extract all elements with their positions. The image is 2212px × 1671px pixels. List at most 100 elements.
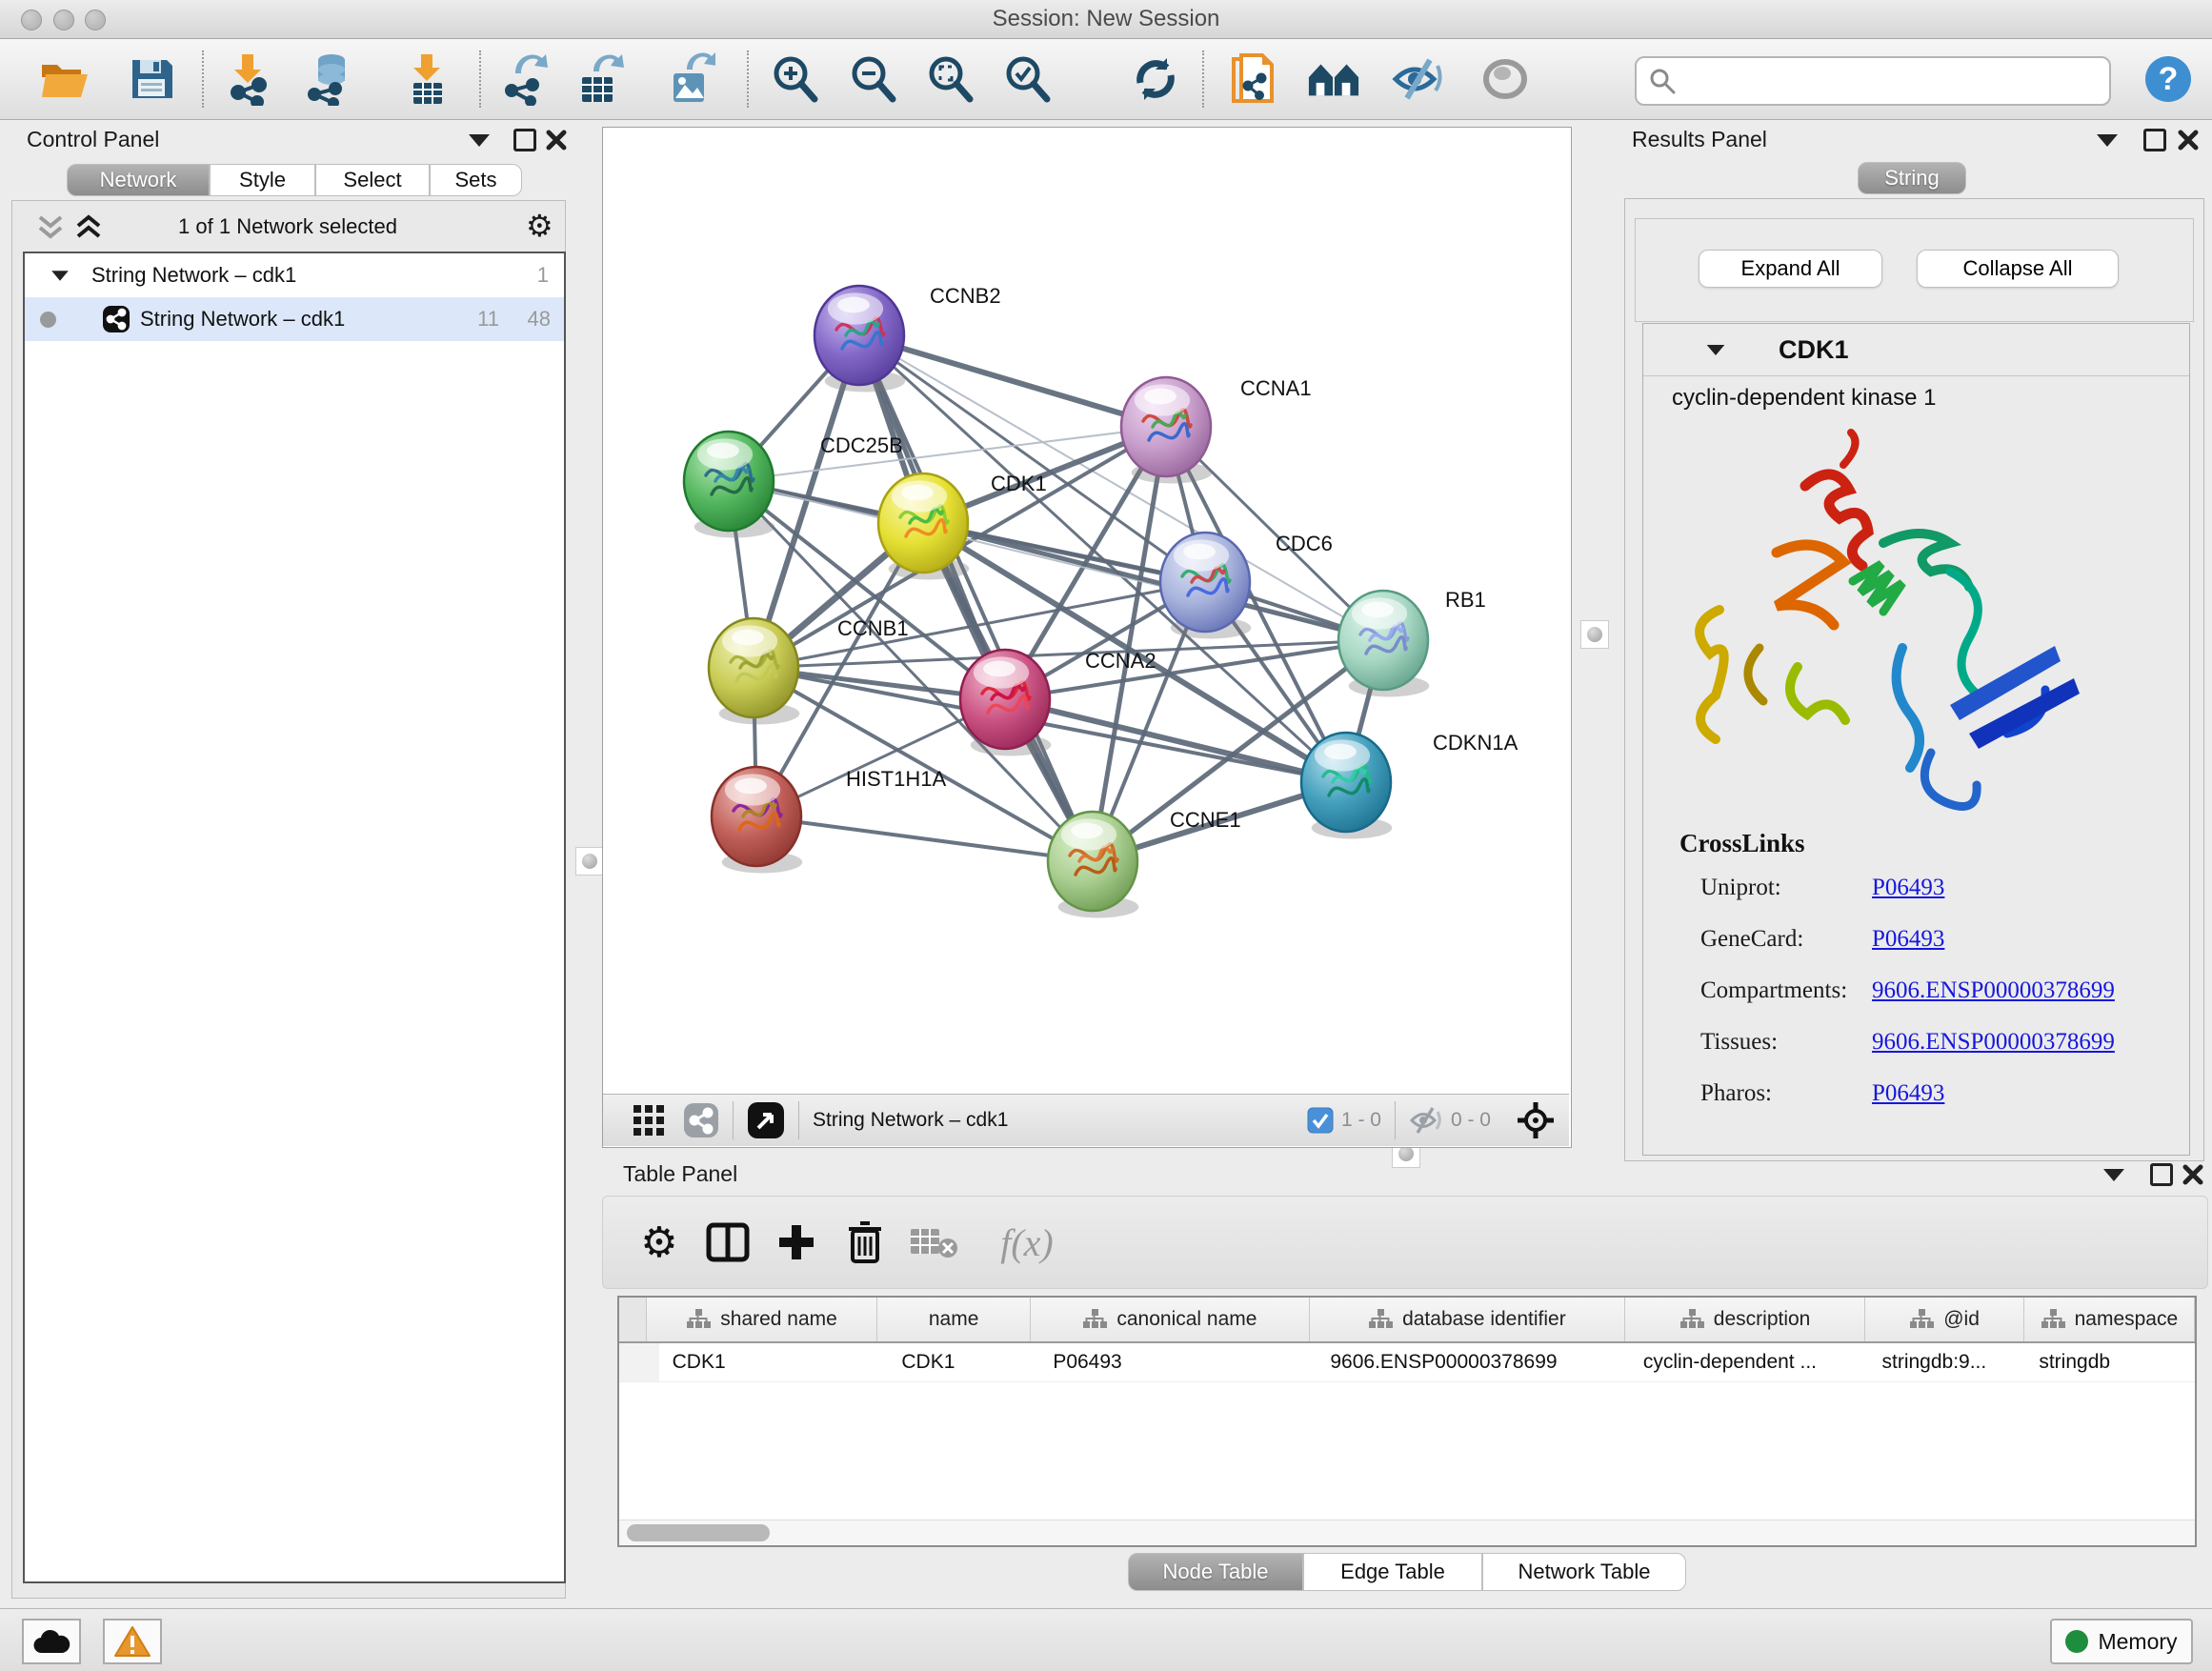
panel-menu-icon[interactable] (2097, 134, 2118, 147)
network-collection-row[interactable]: String Network – cdk1 1 (25, 253, 564, 297)
tab-edge-table[interactable]: Edge Table (1303, 1553, 1482, 1591)
gene-card-header[interactable]: CDK1 (1643, 324, 2189, 376)
cloud-status-button[interactable] (22, 1619, 81, 1664)
memory-button[interactable]: Memory (2050, 1619, 2193, 1664)
export-network-button[interactable] (498, 52, 552, 106)
float-panel-icon[interactable] (2143, 129, 2166, 151)
column-header-database-identifier[interactable]: database identifier (1310, 1298, 1625, 1341)
close-panel-icon[interactable] (545, 129, 568, 151)
table-cell[interactable]: CDK1 (659, 1343, 889, 1381)
export-view-icon[interactable] (747, 1101, 785, 1139)
table-horizontal-scrollbar[interactable] (619, 1520, 2195, 1545)
import-network-from-database-button[interactable] (301, 52, 354, 106)
export-image-button[interactable] (664, 52, 717, 106)
save-session-button[interactable] (125, 52, 178, 106)
navigator-crosshair-icon[interactable] (1516, 1100, 1556, 1140)
zoom-selected-button[interactable] (1000, 52, 1054, 106)
table-cell[interactable]: CDK1 (888, 1343, 1039, 1381)
zoom-in-button[interactable] (768, 52, 821, 106)
help-button[interactable]: ? (2142, 52, 2195, 106)
network-node-ccnb1[interactable] (709, 618, 799, 724)
collapse-all-button[interactable]: Collapse All (1917, 250, 2119, 288)
search-input[interactable] (1684, 68, 2109, 94)
collection-expander-icon[interactable] (51, 271, 69, 280)
network-node-ccna1[interactable] (1121, 377, 1212, 483)
network-node-cdkn1a[interactable] (1301, 733, 1392, 838)
string-style-icon[interactable] (683, 1102, 719, 1138)
open-session-button[interactable] (38, 52, 91, 106)
function-builder-button[interactable]: f(x) (975, 1215, 1079, 1270)
zoom-fit-button[interactable] (923, 52, 976, 106)
crosslink-link[interactable]: 9606.ENSP00000378699 (1872, 1029, 2115, 1056)
zoom-out-button[interactable] (846, 52, 899, 106)
crosslink-link[interactable]: P06493 (1872, 1080, 1944, 1107)
warnings-button[interactable] (103, 1619, 162, 1664)
delete-column-trash-icon[interactable] (837, 1215, 893, 1270)
export-table-button[interactable] (573, 52, 626, 106)
crosslink-link[interactable]: P06493 (1872, 926, 1944, 953)
panel-menu-icon[interactable] (2103, 1169, 2124, 1181)
network-node-ccna2[interactable] (960, 650, 1051, 755)
network-node-cdc25b[interactable] (684, 432, 774, 537)
crosslink-link[interactable]: P06493 (1872, 875, 1944, 901)
tab-network-table[interactable]: Network Table (1482, 1553, 1686, 1591)
close-panel-icon[interactable] (2182, 1163, 2204, 1186)
network-edge-hist1h1a-ccne1[interactable] (756, 816, 1093, 861)
table-cell[interactable]: stringdb:9... (1869, 1343, 2026, 1381)
column-header-shared-name[interactable]: shared name (647, 1298, 878, 1341)
network-node-ccne1[interactable] (1048, 812, 1138, 917)
hidden-eye-icon[interactable] (1409, 1106, 1443, 1135)
hide-selected-button[interactable] (1392, 52, 1445, 106)
network-node-hist1h1a[interactable] (712, 767, 802, 873)
table-cell[interactable]: stringdb (2025, 1343, 2195, 1381)
control-panel: Control Panel Network Style Select Sets … (6, 127, 572, 1602)
float-panel-icon[interactable] (2150, 1163, 2173, 1186)
network-node-cdk1[interactable] (878, 473, 969, 579)
show-columns-icon[interactable] (700, 1215, 755, 1270)
tab-sets[interactable]: Sets (430, 164, 522, 196)
network-row[interactable]: String Network – cdk1 11 48 (25, 297, 564, 341)
float-panel-icon[interactable] (513, 129, 536, 151)
column-header-namespace[interactable]: namespace (2024, 1298, 2195, 1341)
table-cell[interactable]: 9606.ENSP00000378699 (1317, 1343, 1630, 1381)
panel-menu-icon[interactable] (469, 134, 490, 147)
tab-node-table[interactable]: Node Table (1128, 1553, 1303, 1591)
apply-layout-button[interactable] (1129, 52, 1182, 106)
tab-style[interactable]: Style (210, 164, 315, 196)
node-label-ccnb2: CCNB2 (930, 284, 1001, 308)
column-header--id[interactable]: @id (1865, 1298, 2023, 1341)
tab-string-results[interactable]: String (1858, 162, 1966, 194)
toolbar-search-field[interactable] (1635, 56, 2111, 106)
add-column-icon[interactable] (769, 1215, 824, 1270)
network-node-rb1[interactable] (1338, 591, 1429, 696)
network-canvas[interactable]: CCNB2CCNA1CDC25BCDK1CDC6RB1CCNB1CCNA2CDK… (603, 128, 1569, 1094)
selected-checkbox-icon[interactable] (1307, 1107, 1334, 1134)
scrollbar-thumb[interactable] (627, 1524, 770, 1541)
zoom-selected-icon (1001, 53, 1053, 105)
clone-network-button[interactable] (1227, 52, 1280, 106)
column-header-name[interactable]: name (877, 1298, 1030, 1341)
table-settings-gear-icon[interactable]: ⚙ (632, 1215, 687, 1270)
tab-select[interactable]: Select (315, 164, 430, 196)
table-data-row[interactable]: CDK1CDK1P064939606.ENSP00000378699cyclin… (619, 1343, 2195, 1382)
delete-table-icon[interactable] (906, 1215, 961, 1270)
expand-all-button[interactable]: Expand All (1699, 250, 1882, 288)
table-cell[interactable]: P06493 (1039, 1343, 1317, 1381)
network-options-gear-icon[interactable]: ⚙ (526, 208, 553, 244)
right-splitter-handle[interactable] (1580, 620, 1609, 649)
crosslink-link[interactable]: 9606.ENSP00000378699 (1872, 977, 2115, 1004)
birdseye-grid-icon[interactable] (632, 1103, 666, 1137)
network-graph[interactable]: CCNB2CCNA1CDC25BCDK1CDC6RB1CCNB1CCNA2CDK… (603, 128, 1569, 1094)
column-header-canonical-name[interactable]: canonical name (1031, 1298, 1310, 1341)
collapse-section-icon[interactable] (1707, 344, 1725, 354)
close-panel-icon[interactable] (2177, 129, 2200, 151)
import-network-from-file-button[interactable] (221, 52, 274, 106)
table-cell[interactable]: cyclin-dependent ... (1630, 1343, 1869, 1381)
tab-network[interactable]: Network (67, 164, 210, 196)
network-node-ccnb2[interactable] (814, 286, 905, 392)
first-neighbors-button[interactable] (1307, 52, 1360, 106)
import-table-from-file-button[interactable] (400, 52, 453, 106)
show-all-button[interactable] (1478, 52, 1532, 106)
left-splitter-handle[interactable] (575, 847, 604, 876)
column-header-description[interactable]: description (1625, 1298, 1866, 1341)
